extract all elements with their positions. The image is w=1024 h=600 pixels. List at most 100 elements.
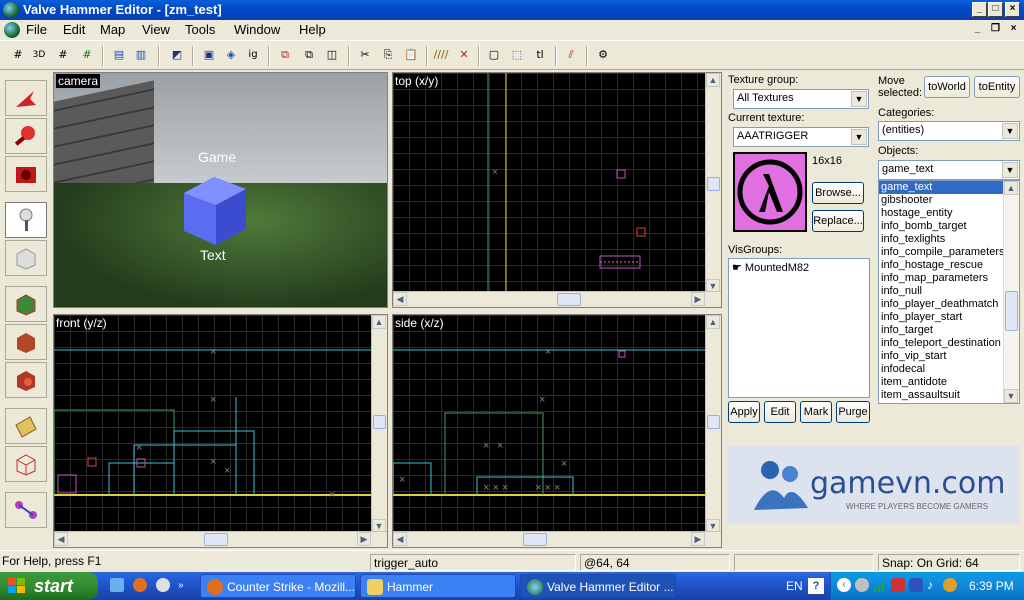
object-list-item[interactable]: item_antidote bbox=[879, 376, 1003, 389]
object-list-item[interactable]: info_player_start bbox=[879, 311, 1003, 324]
maximize-button[interactable]: □ bbox=[988, 2, 1003, 17]
menu-view[interactable]: View bbox=[138, 22, 174, 37]
object-list-item[interactable]: info_hostage_rescue bbox=[879, 259, 1003, 272]
object-list-item[interactable]: info_vip_start bbox=[879, 350, 1003, 363]
ignore-groups-icon[interactable]: ig bbox=[244, 46, 262, 64]
object-list-item[interactable]: game_text bbox=[879, 181, 1003, 194]
compile-icon[interactable]: //// bbox=[432, 46, 450, 64]
carve-icon[interactable]: ◈ bbox=[222, 46, 240, 64]
edit-button[interactable]: Edit bbox=[764, 401, 796, 423]
copy-icon[interactable]: ⎘ bbox=[379, 46, 397, 64]
selection-tool[interactable] bbox=[5, 80, 47, 116]
tray-expand-icon[interactable]: ‹ bbox=[837, 578, 851, 592]
task-hammer-folder[interactable]: Hammer bbox=[360, 574, 516, 598]
object-list-item[interactable]: infodecal bbox=[879, 363, 1003, 376]
camera-tool[interactable] bbox=[5, 156, 47, 192]
mdi-close-button[interactable]: × bbox=[1006, 23, 1021, 38]
apply-texture-tool[interactable] bbox=[5, 324, 47, 360]
block-tool[interactable] bbox=[5, 240, 47, 276]
top-viewport[interactable]: × top (x/y) ▲ ▼ ◀ ▶ bbox=[392, 72, 722, 308]
front-viewport[interactable]: × × × × × × front (y/z) ▲ ▼ ◀ ▶ bbox=[53, 314, 388, 548]
replace-button[interactable]: Replace... bbox=[812, 210, 864, 232]
paste-icon[interactable]: 📋 bbox=[402, 46, 420, 64]
grid-toggle-icon[interactable]: # bbox=[9, 46, 27, 64]
chevron-down-icon[interactable]: ▼ bbox=[851, 129, 867, 145]
chevron-down-icon[interactable]: ▼ bbox=[851, 91, 867, 107]
decal-tool[interactable] bbox=[5, 362, 47, 398]
object-list-item[interactable]: hostage_entity bbox=[879, 207, 1003, 220]
volume-icon[interactable]: ♪ bbox=[927, 578, 941, 592]
menu-file[interactable]: File bbox=[22, 22, 51, 37]
document-globe-icon[interactable] bbox=[4, 22, 20, 38]
camera-viewport[interactable]: camera Game Text bbox=[53, 72, 388, 308]
box-select-icon[interactable]: ▢ bbox=[485, 46, 503, 64]
apply-button[interactable]: Apply bbox=[728, 401, 760, 423]
side-horizontal-scrollbar[interactable]: ◀ ▶ bbox=[393, 531, 721, 547]
hide-selected-icon[interactable]: ◩ bbox=[168, 46, 186, 64]
object-list-item[interactable]: info_compile_parameters bbox=[879, 246, 1005, 259]
side-vertical-scrollbar[interactable]: ▲ ▼ bbox=[705, 315, 721, 533]
texture-group-select[interactable]: All Textures ▼ bbox=[733, 89, 869, 109]
clipping-tool[interactable] bbox=[5, 408, 47, 444]
current-texture-select[interactable]: AAATRIGGER ▼ bbox=[733, 127, 869, 147]
quicklaunch-more-icon[interactable]: » bbox=[178, 580, 184, 591]
chevron-down-icon[interactable]: ▼ bbox=[1002, 162, 1018, 178]
objects-dropdown-list[interactable]: game_text gibshooter hostage_entity info_bo… bbox=[878, 180, 1020, 404]
quicklaunch-firefox-icon[interactable] bbox=[133, 578, 147, 592]
smaller-grid-icon[interactable]: # bbox=[54, 46, 72, 64]
categories-select[interactable]: (entities) ▼ bbox=[878, 121, 1020, 141]
ungroup-icon[interactable]: ▥ bbox=[132, 46, 150, 64]
run-map-icon[interactable]: ⫽ bbox=[562, 46, 580, 64]
entity-tool[interactable] bbox=[5, 202, 47, 238]
visgroups-list[interactable]: ☛ MountedM82 bbox=[728, 258, 870, 398]
objects-scrollbar[interactable]: ▲ ▼ bbox=[1003, 181, 1019, 403]
object-list-item[interactable]: info_player_deathmatch bbox=[879, 298, 1003, 311]
start-button[interactable]: start bbox=[0, 572, 98, 600]
cube-outline-icon[interactable]: ◫ bbox=[323, 46, 341, 64]
visgroup-icon[interactable]: ▣ bbox=[200, 46, 218, 64]
cut-icon[interactable]: ✂ bbox=[356, 46, 374, 64]
object-list-item[interactable]: gibshooter bbox=[879, 194, 1003, 207]
menu-help[interactable]: Help bbox=[295, 22, 330, 37]
magnify-tool[interactable] bbox=[5, 118, 47, 154]
move-selection-icon[interactable]: ⬚ bbox=[508, 46, 526, 64]
front-vertical-scrollbar[interactable]: ▲ ▼ bbox=[371, 315, 387, 533]
tray-security-icon[interactable] bbox=[891, 578, 905, 592]
purge-button[interactable]: Purge bbox=[836, 401, 870, 423]
front-horizontal-scrollbar[interactable]: ◀ ▶ bbox=[54, 531, 387, 547]
close-button[interactable]: × bbox=[1005, 2, 1020, 17]
entity-cube[interactable] bbox=[174, 173, 254, 247]
object-list-item[interactable]: item_assaultsuit bbox=[879, 389, 1003, 402]
flip-icon[interactable]: ⧉ bbox=[300, 46, 318, 64]
object-list-item[interactable]: info_target bbox=[879, 324, 1003, 337]
group-icon[interactable]: ▤ bbox=[110, 46, 128, 64]
visgroup-item[interactable]: ☛ MountedM82 bbox=[732, 261, 809, 274]
texture-preview[interactable] bbox=[733, 152, 807, 232]
quicklaunch-ie-icon[interactable] bbox=[110, 578, 124, 592]
task-hammer-editor[interactable]: Valve Hammer Editor ... bbox=[520, 574, 676, 598]
texture-lock-icon[interactable]: ⧉ bbox=[276, 46, 294, 64]
mark-button[interactable]: Mark bbox=[800, 401, 832, 423]
to-world-button[interactable]: toWorld bbox=[924, 76, 970, 98]
options-icon[interactable]: ⚙ bbox=[594, 46, 612, 64]
menu-tools[interactable]: Tools bbox=[181, 22, 219, 37]
browse-button[interactable]: Browse... bbox=[812, 182, 864, 204]
object-list-item[interactable]: info_bomb_target bbox=[879, 220, 1003, 233]
check-problems-icon[interactable]: ✕ bbox=[455, 46, 473, 64]
chevron-down-icon[interactable]: ▼ bbox=[1002, 123, 1018, 139]
menu-map[interactable]: Map bbox=[96, 22, 129, 37]
language-indicator[interactable]: EN bbox=[786, 579, 803, 593]
menu-edit[interactable]: Edit bbox=[59, 22, 89, 37]
larger-grid-icon[interactable]: # bbox=[78, 46, 96, 64]
objects-select[interactable]: game_text ▼ bbox=[878, 160, 1020, 180]
help-icon[interactable]: ? bbox=[808, 578, 824, 594]
clock[interactable]: 6:39 PM bbox=[969, 579, 1014, 593]
object-list-item[interactable]: info_teleport_destination bbox=[879, 337, 1003, 350]
minimize-button[interactable]: _ bbox=[972, 2, 987, 17]
toggle-texture-icon[interactable]: tl bbox=[531, 46, 549, 64]
top-horizontal-scrollbar[interactable]: ◀ ▶ bbox=[393, 291, 721, 307]
top-vertical-scrollbar[interactable]: ▲ ▼ bbox=[705, 73, 721, 293]
vertex-tool[interactable] bbox=[5, 446, 47, 482]
3d-grid-icon[interactable]: 3D bbox=[30, 46, 48, 64]
mdi-restore-button[interactable]: ❐ bbox=[988, 23, 1003, 38]
